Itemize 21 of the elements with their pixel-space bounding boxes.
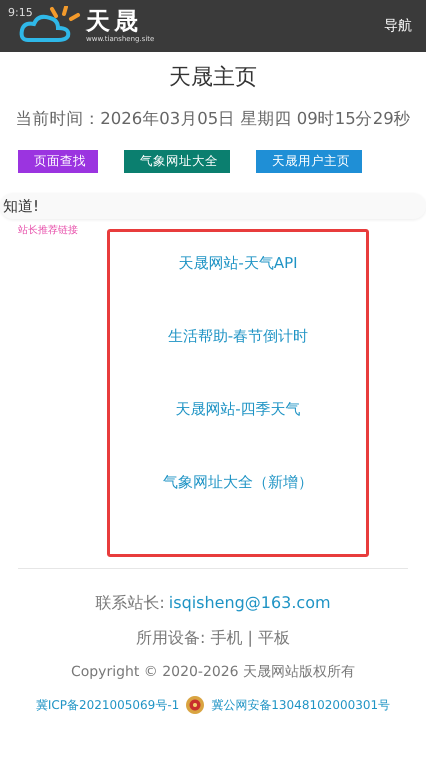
icp-link[interactable]: 冀ICP备2021005069号-1 (36, 696, 180, 714)
nav-button[interactable]: 页面查找 (18, 150, 98, 173)
email-link[interactable]: isqisheng@163.com (168, 593, 331, 612)
status-time: 9:15 (8, 6, 33, 19)
current-time: 当前时间：2026年03月05日 星期四 09时15分29秒 (14, 108, 412, 130)
recommend-label: 站长推荐链接 (18, 224, 78, 237)
recommended-link[interactable]: 气象网址大全（新增） (163, 473, 313, 492)
nav-button[interactable]: 气象网址大全 (124, 150, 230, 173)
recommended-link[interactable]: 天晟网站-四季天气 (175, 400, 301, 419)
nav-link[interactable]: 导航 (384, 17, 412, 35)
police-record-link[interactable]: 冀公网安备13048102000301号 (211, 696, 390, 714)
copyright-text: Copyright © 2020-2026 天晟网站版权所有 (70, 663, 356, 681)
police-badge-icon (185, 695, 206, 715)
contact-label: 联系站长: (95, 593, 165, 612)
devices-text: 所用设备: 手机 | 平板 (136, 628, 290, 649)
logo-name: 天晟 (86, 9, 143, 33)
page-title: 天晟主页 (168, 64, 258, 92)
nav-button[interactable]: 天晟用户主页 (256, 150, 362, 173)
recommended-link[interactable]: 天晟网站-天气API (178, 254, 298, 273)
recommended-link[interactable]: 生活帮助-春节倒计时 (168, 327, 308, 346)
marquee-text: 知道! (3, 196, 40, 216)
